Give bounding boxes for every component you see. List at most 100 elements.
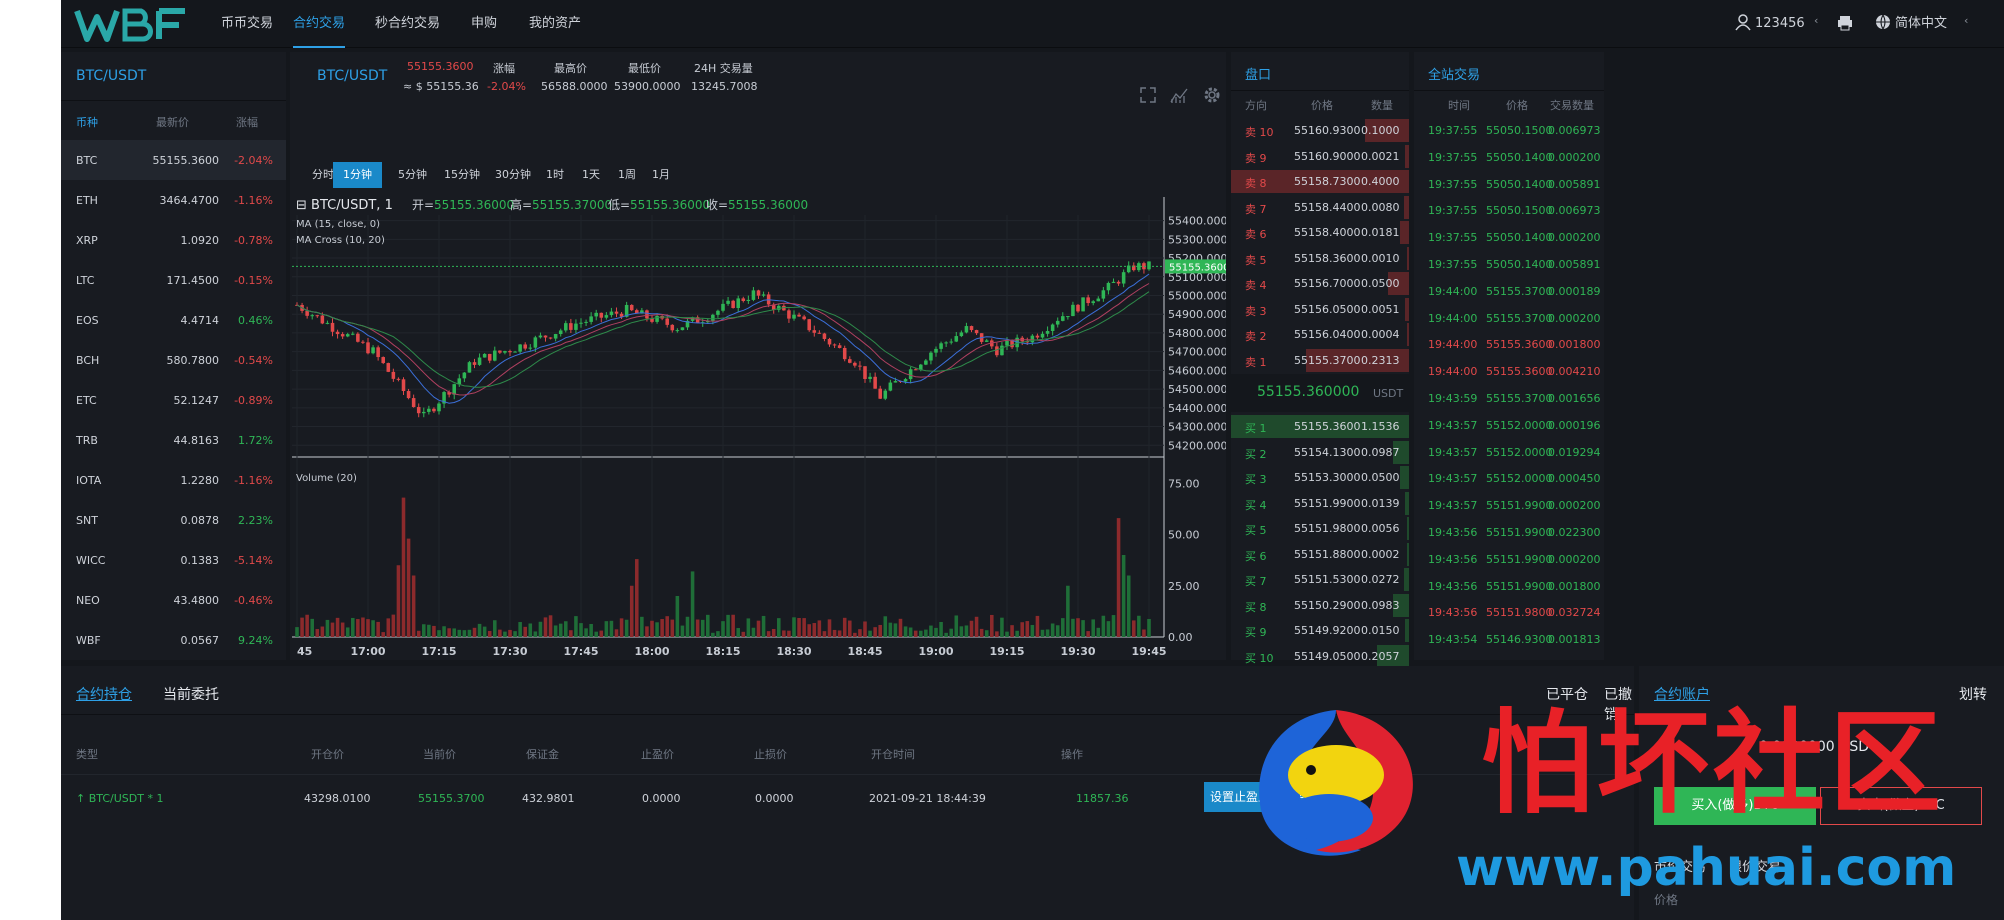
nav-subscription[interactable]: 申购: [471, 0, 497, 48]
market-row[interactable]: XRP 1.0920 -0.78%: [61, 220, 286, 260]
orderbook-row[interactable]: 卖 5 55158.3600 0.0010: [1231, 246, 1409, 271]
orderbook-row[interactable]: 卖 3 55156.0500 0.0051: [1231, 297, 1409, 322]
orderbook-row[interactable]: 买 10 55149.0500 0.2057: [1231, 644, 1409, 669]
market-coin: EOS: [76, 314, 99, 327]
trade-price: 55151.9900: [1486, 526, 1553, 539]
trade-price: 55155.3600: [1486, 365, 1553, 379]
transfer-button[interactable]: 划转: [1959, 684, 1987, 704]
globe-icon[interactable]: [1875, 14, 1893, 32]
orderbook-row[interactable]: 买 9 55149.9200 0.0150: [1231, 618, 1409, 643]
chevron-left-icon[interactable]: ‹: [1964, 14, 1968, 27]
orderbook-row[interactable]: 卖 8 55158.7300 0.4000: [1231, 169, 1409, 194]
chevron-left-icon[interactable]: ‹: [1814, 14, 1818, 27]
market-coin: XRP: [76, 234, 98, 247]
market-row[interactable]: WBF 0.0567 9.24%: [61, 620, 286, 660]
nav-spot-trading[interactable]: 币币交易: [221, 0, 273, 48]
orderbook-row[interactable]: 买 1 55155.3600 1.1536: [1231, 414, 1409, 439]
timeframe-30分钟[interactable]: 30分钟: [485, 162, 541, 188]
orderbook-row[interactable]: 买 8 55150.2900 0.0983: [1231, 593, 1409, 618]
orderbook-row[interactable]: 卖 6 55158.4000 0.0181: [1231, 220, 1409, 245]
volume-bar: [919, 630, 923, 637]
market-row[interactable]: BCH 580.7800 -0.54%: [61, 340, 286, 380]
orderbook-row[interactable]: 卖 4 55156.7000 0.0500: [1231, 271, 1409, 296]
market-row[interactable]: IOTA 1.2280 -1.16%: [61, 460, 286, 500]
username[interactable]: 123456: [1755, 0, 1805, 48]
nav-second-contract[interactable]: 秒合约交易: [375, 0, 440, 48]
volume-bar: [797, 617, 801, 637]
language-select[interactable]: 简体中文: [1895, 0, 1947, 48]
orderbook-qty: 0.4000: [1361, 175, 1400, 188]
market-row[interactable]: BTC 55155.3600 -2.04%: [61, 140, 286, 180]
orderbook-row[interactable]: 买 3 55153.3000 0.0500: [1231, 465, 1409, 490]
trade-qty: 0.000200: [1548, 552, 1601, 566]
col-coin[interactable]: 币种: [76, 114, 98, 130]
orderbook-price: 55155.3600: [1294, 420, 1361, 433]
trade-row: 19:44:00 55155.3600 0.004210: [1414, 359, 1604, 385]
fullscreen-icon[interactable]: [1139, 86, 1159, 106]
candlestick-chart[interactable]: 55400.0000055300.0000055200.0000055100.0…: [290, 197, 1226, 660]
trade-row: 19:43:56 55151.9800 0.032724: [1414, 600, 1604, 626]
timeframe-1天[interactable]: 1天: [572, 162, 610, 188]
timeframe-1分钟[interactable]: 1分钟: [333, 162, 382, 188]
ohlc-value: 55155.36000: [630, 198, 710, 212]
volume-bar: [670, 619, 675, 637]
market-row[interactable]: EOS 4.4714 0.46%: [61, 300, 286, 340]
timeframe-1时[interactable]: 1时: [536, 162, 574, 188]
volume-bar: [706, 614, 710, 637]
candle: [903, 379, 908, 382]
orderbook-row[interactable]: 买 7 55151.5300 0.0272: [1231, 567, 1409, 592]
orderbook-row[interactable]: 卖 7 55158.4400 0.0080: [1231, 195, 1409, 220]
candle: [320, 315, 325, 324]
volume-bar: [457, 629, 462, 637]
volume-bar: [503, 631, 507, 637]
orderbook-row[interactable]: 卖 2 55156.0400 0.0004: [1231, 322, 1409, 347]
nav-my-assets[interactable]: 我的资产: [529, 0, 581, 48]
settings-gear-icon[interactable]: [1202, 85, 1222, 105]
timeframe-15分钟[interactable]: 15分钟: [434, 162, 490, 188]
candle: [1055, 320, 1060, 325]
wbf-logo[interactable]: [73, 3, 193, 45]
printer-icon[interactable]: [1836, 14, 1856, 34]
orderbook-row[interactable]: 卖 10 55160.9300 0.1000: [1231, 118, 1409, 143]
volume-bar: [447, 628, 451, 637]
volume-bar: [422, 624, 426, 637]
orderbook-row[interactable]: 卖 1 55155.3700 0.2313: [1231, 348, 1409, 373]
market-row[interactable]: WICC 0.1383 -5.14%: [61, 540, 286, 580]
volume-bar: [726, 614, 730, 637]
orderbook-row[interactable]: 买 4 55151.9900 0.0139: [1231, 491, 1409, 516]
depth-bar: [1403, 568, 1409, 591]
market-row[interactable]: TRB 44.8163 1.72%: [61, 420, 286, 460]
orderbook-row[interactable]: 买 5 55151.9800 0.0056: [1231, 516, 1409, 541]
market-row[interactable]: ETH 3464.4700 -1.16%: [61, 180, 286, 220]
volume-bar: [624, 619, 629, 637]
volume-bar: [518, 622, 522, 637]
volume-bar: [675, 596, 680, 637]
trade-time: 19:37:55: [1428, 150, 1478, 164]
indicator-icon[interactable]: [1169, 86, 1189, 106]
market-row[interactable]: SNT 0.0878 2.23%: [61, 500, 286, 540]
user-icon[interactable]: [1734, 13, 1754, 33]
trade-price: 55155.3600: [1486, 338, 1553, 352]
tab-current-orders[interactable]: 当前委托: [163, 684, 219, 704]
volume-bar: [381, 632, 385, 637]
col-change[interactable]: 涨幅: [236, 114, 258, 130]
nav-contract-trading[interactable]: 合约交易: [293, 0, 346, 48]
market-row[interactable]: LTC 171.4500 -0.15%: [61, 260, 286, 300]
timeframe-5分钟[interactable]: 5分钟: [388, 162, 437, 188]
market-row[interactable]: NEO 43.4800 -0.46%: [61, 580, 286, 620]
positions-col-header: 止损价: [754, 748, 787, 761]
candle: [954, 336, 959, 342]
orderbook-side: 卖 3: [1245, 304, 1267, 318]
candle: [472, 362, 477, 365]
timeframe-1月[interactable]: 1月: [642, 162, 680, 188]
candle: [873, 376, 877, 389]
candle: [594, 312, 598, 317]
volume-tick-label: 50.00: [1168, 529, 1200, 542]
tab-contract-positions[interactable]: 合约持仓: [76, 684, 132, 704]
orderbook-row[interactable]: 买 2 55154.1300 0.0987: [1231, 440, 1409, 465]
orderbook-row[interactable]: 买 6 55151.8800 0.0002: [1231, 542, 1409, 567]
timeframe-1周[interactable]: 1周: [608, 162, 646, 188]
market-row[interactable]: ETC 52.1247 -0.89%: [61, 380, 286, 420]
col-latest-price[interactable]: 最新价: [156, 114, 189, 130]
orderbook-row[interactable]: 卖 9 55160.9000 0.0021: [1231, 144, 1409, 169]
